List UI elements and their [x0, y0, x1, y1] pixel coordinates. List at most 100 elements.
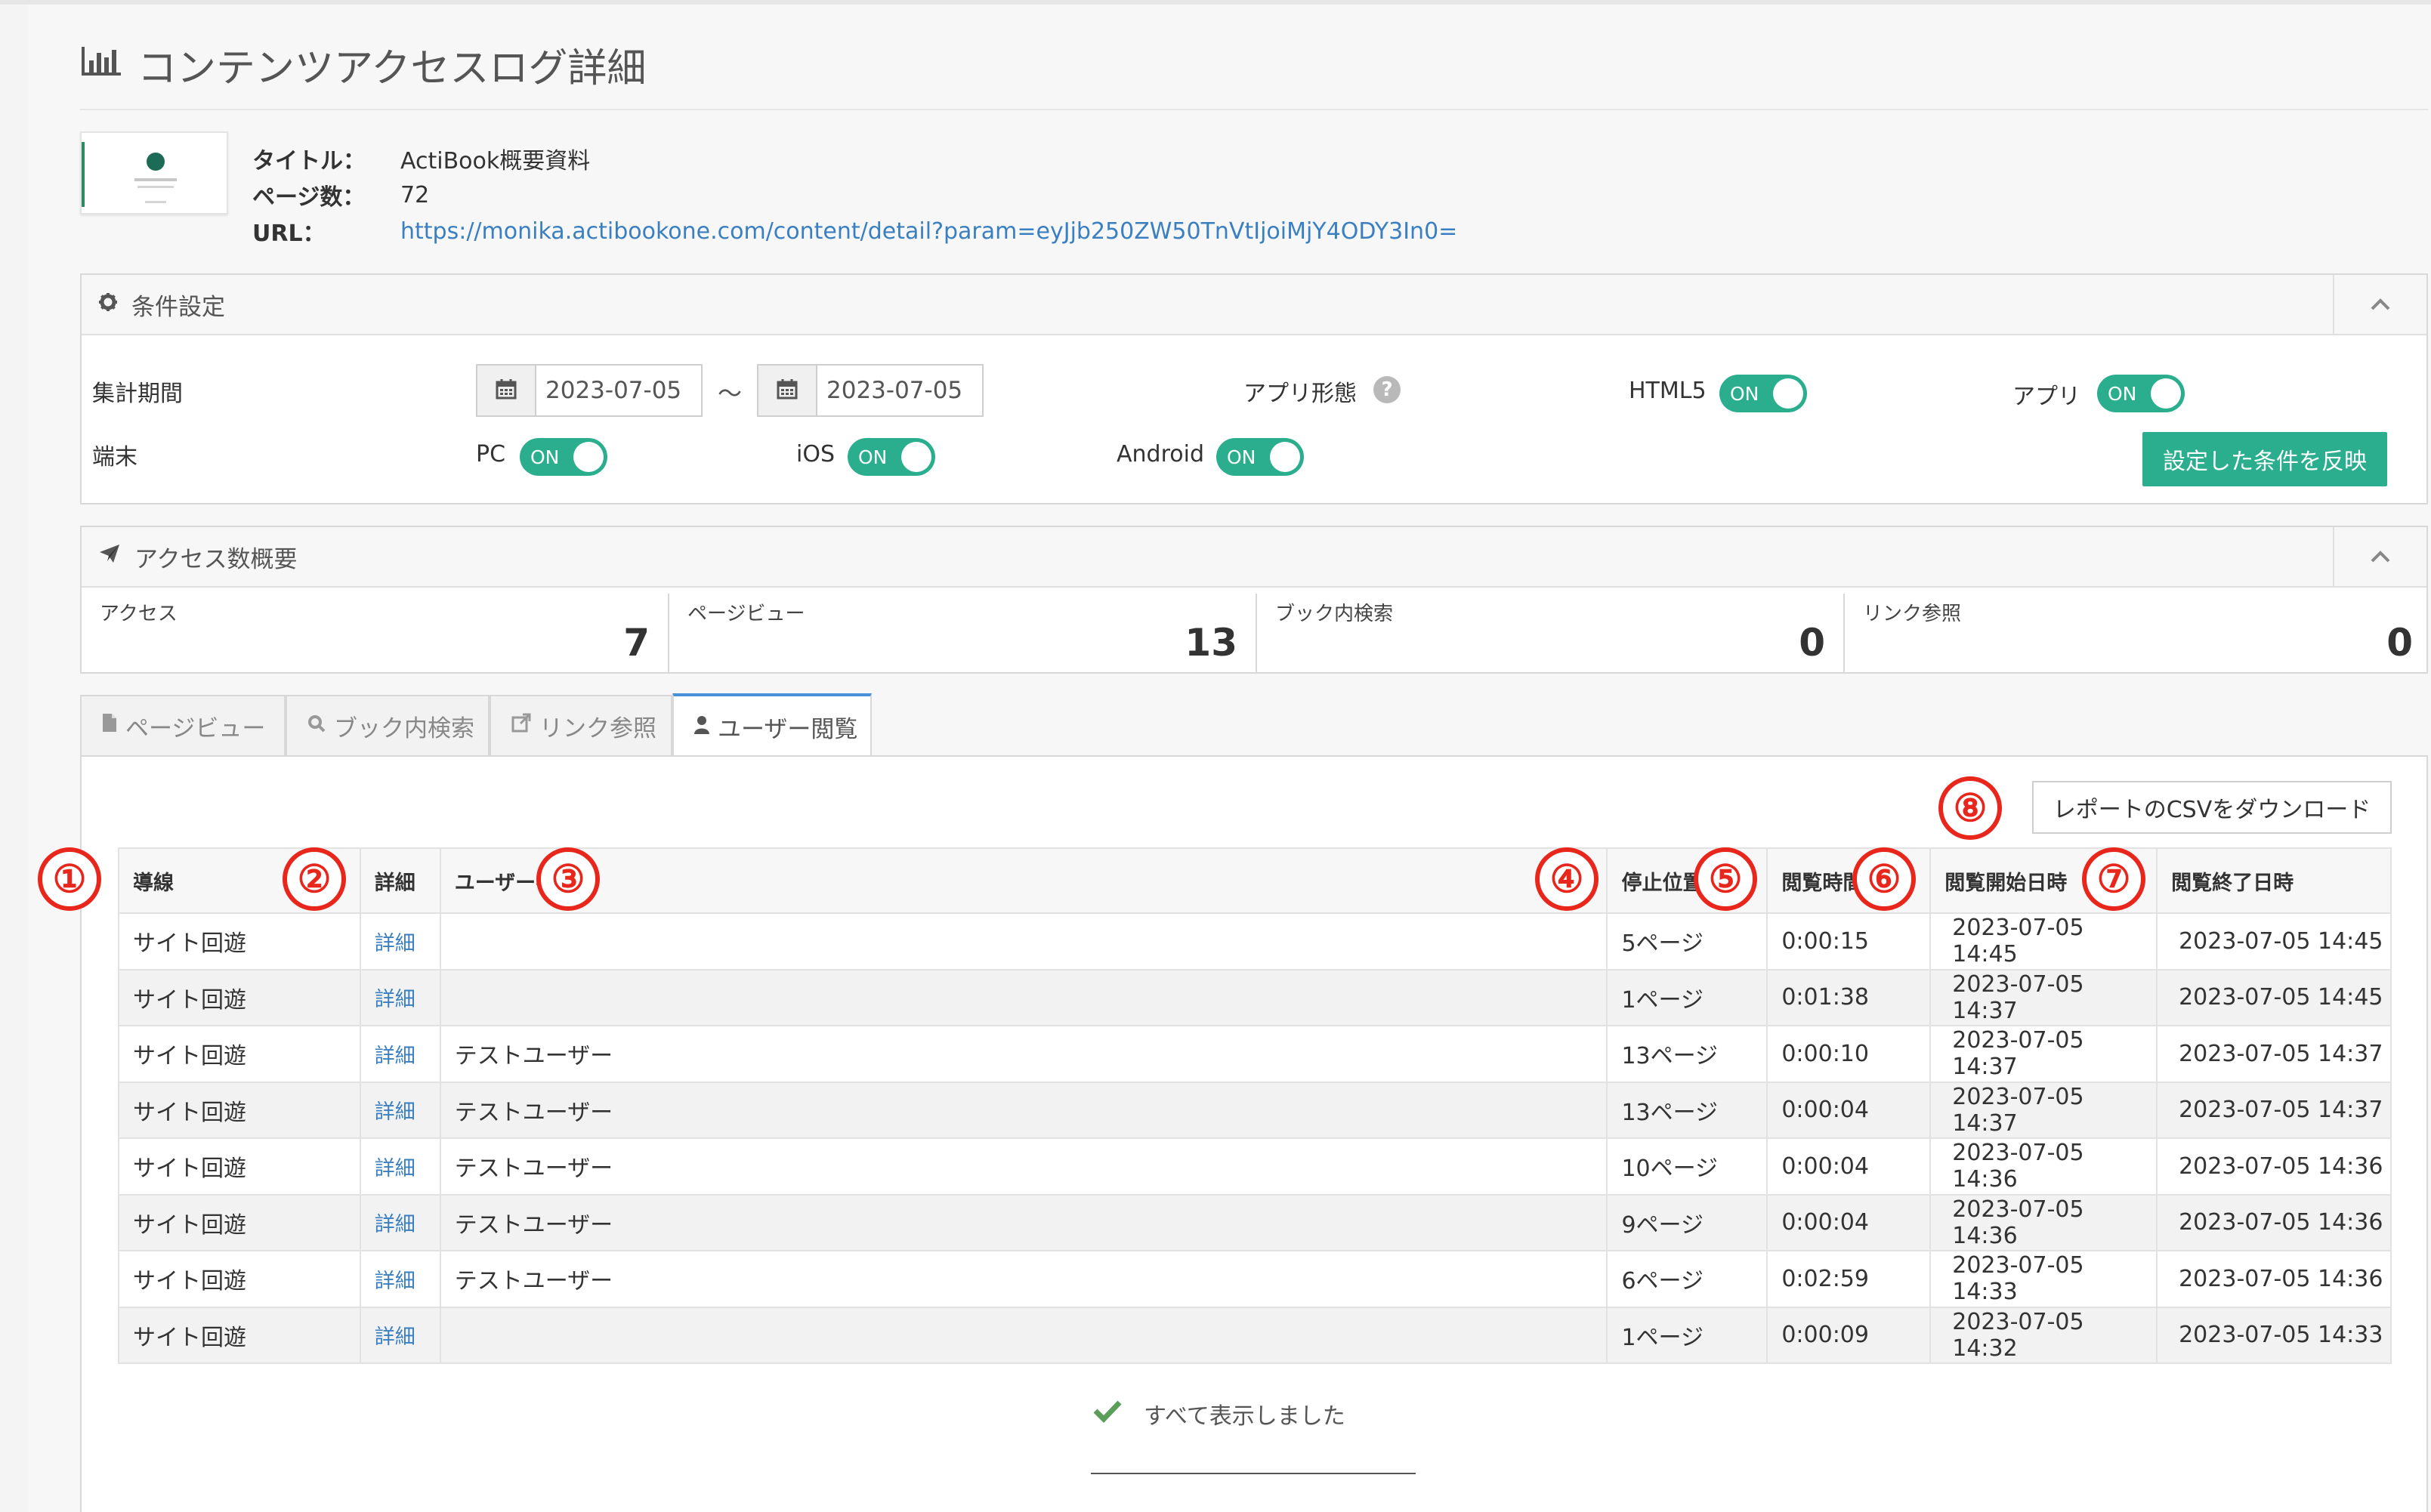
- detail-link[interactable]: 詳細: [359, 1193, 441, 1251]
- cell-view-time: 0:00:15: [1766, 912, 1932, 970]
- cell-username: テストユーザー: [439, 1025, 1608, 1083]
- tab-book-search[interactable]: ブック内検索: [286, 695, 490, 755]
- cell-stop-position: 5ページ: [1606, 912, 1768, 970]
- gear-icon: [98, 291, 118, 318]
- cell-end-datetime: 2023-07-05 14:45: [2156, 968, 2392, 1026]
- file-icon: [101, 712, 118, 739]
- cell-stop-position: 6ページ: [1606, 1250, 1768, 1308]
- cell-stop-position: 1ページ: [1606, 1306, 1768, 1364]
- date-range-separator: ～: [718, 379, 743, 408]
- meta-title-label: タイトル：: [252, 148, 366, 174]
- cell-route: サイト回遊: [118, 1025, 361, 1083]
- detail-link[interactable]: 詳細: [359, 1081, 441, 1139]
- stat-value: 0: [1799, 621, 1825, 665]
- detail-link[interactable]: 詳細: [359, 968, 441, 1026]
- annotation-marker-1: ①: [38, 847, 101, 911]
- cell-username: テストユーザー: [439, 1081, 1608, 1139]
- cell-end-datetime: 2023-07-05 14:45: [2156, 912, 2392, 970]
- cell-username: [439, 968, 1608, 1026]
- ios-toggle[interactable]: ON: [848, 438, 935, 476]
- annotation-marker-2: ②: [283, 847, 346, 911]
- toggle-state: ON: [1730, 382, 1759, 405]
- conditions-header-text: 条件設定: [131, 293, 225, 321]
- pc-label: PC: [476, 441, 506, 467]
- cell-username: [439, 912, 1608, 970]
- cell-route: サイト回遊: [118, 912, 361, 970]
- table-row: サイト回遊 詳細 1ページ 0:00:09 2023-07-05 14:32 2023-0…: [118, 1306, 2392, 1364]
- cell-route: サイト回遊: [118, 1306, 361, 1364]
- cell-start-datetime: 2023-07-05 14:36: [1929, 1193, 2158, 1251]
- meta-url-row: URL： https://monika.actibookone.com/cont…: [252, 214, 1457, 248]
- tab-pageview[interactable]: ページビュー: [80, 695, 286, 755]
- cell-username: テストユーザー: [439, 1137, 1608, 1196]
- content-thumbnail: [80, 131, 228, 214]
- check-icon: [1092, 1399, 1123, 1429]
- tab-label: ブック内検索: [334, 714, 474, 742]
- stat-label: アクセス: [100, 603, 178, 625]
- cell-view-time: 0:00:10: [1766, 1025, 1932, 1083]
- annotation-marker-6: ⑥: [1852, 847, 1916, 911]
- android-toggle[interactable]: ON: [1216, 438, 1304, 476]
- collapse-summary-button[interactable]: [2333, 527, 2426, 586]
- cell-stop-position: 13ページ: [1606, 1081, 1768, 1139]
- android-label: Android: [1117, 441, 1204, 467]
- stat-value: 13: [1185, 621, 1237, 665]
- detail-link[interactable]: 詳細: [359, 1025, 441, 1083]
- stat-label: ブック内検索: [1275, 603, 1394, 625]
- date-from-value: 2023-07-05: [545, 377, 682, 404]
- annotation-marker-8: ⑧: [1938, 776, 2002, 840]
- annotation-marker-5: ⑤: [1694, 847, 1757, 911]
- stat-pageview: ページビュー 13: [669, 591, 1256, 672]
- access-log-table: 導線 詳細 ユーザー名 停止位置 閲覧時間 閲覧開始日時 閲覧終了日時 サイト回…: [118, 847, 2392, 1364]
- table-row: サイト回遊 詳細 テストユーザー 13ページ 0:00:10 2023-07-05 14:…: [118, 1025, 2392, 1083]
- detail-link[interactable]: 詳細: [359, 1250, 441, 1308]
- period-label: 集計期間: [92, 381, 183, 407]
- table-row: サイト回遊 詳細 テストユーザー 10ページ 0:00:04 2023-07-05 14:…: [118, 1137, 2392, 1196]
- cell-end-datetime: 2023-07-05 14:33: [2156, 1306, 2392, 1364]
- cell-route: サイト回遊: [118, 968, 361, 1026]
- meta-title-value: ActiBook概要資料: [400, 148, 591, 174]
- cell-route: サイト回遊: [118, 1193, 361, 1251]
- paper-plane-icon: [98, 543, 121, 570]
- content-url-link[interactable]: https://monika.actibookone.com/content/d…: [400, 218, 1457, 245]
- detail-link[interactable]: 詳細: [359, 1306, 441, 1364]
- summary-panel-header: アクセス数概要: [82, 527, 2426, 588]
- download-csv-button[interactable]: レポートのCSVをダウンロード: [2032, 781, 2392, 834]
- annotation-marker-4: ④: [1535, 847, 1599, 911]
- date-to-field[interactable]: 2023-07-05: [757, 364, 984, 417]
- table-row: サイト回遊 詳細 1ページ 0:01:38 2023-07-05 14:37 2023-0…: [118, 968, 2392, 1026]
- tab-user-view[interactable]: ユーザー閲覧: [672, 693, 872, 757]
- annotation-marker-3: ③: [536, 847, 600, 911]
- tab-link-ref[interactable]: リンク参照: [490, 695, 672, 755]
- column-header-detail[interactable]: 詳細: [359, 847, 441, 914]
- page-title-text: コンテンツアクセスログ詳細: [137, 45, 647, 91]
- collapse-conditions-button[interactable]: [2333, 275, 2426, 334]
- cell-view-time: 0:00:09: [1766, 1306, 1932, 1364]
- stat-label: ページビュー: [687, 603, 805, 625]
- detail-link[interactable]: 詳細: [359, 1137, 441, 1196]
- toggle-state: ON: [2108, 382, 2137, 405]
- chevron-up-icon: [2371, 551, 2390, 563]
- cell-end-datetime: 2023-07-05 14:37: [2156, 1081, 2392, 1139]
- tab-label: ページビュー: [125, 714, 266, 742]
- meta-title-row: タイトル： ActiBook概要資料: [252, 142, 590, 175]
- detail-link[interactable]: 詳細: [359, 912, 441, 970]
- stat-book-search: ブック内検索 0: [1257, 591, 1843, 672]
- help-icon[interactable]: ?: [1373, 376, 1401, 403]
- pc-toggle[interactable]: ON: [520, 438, 607, 476]
- cell-start-datetime: 2023-07-05 14:45: [1929, 912, 2158, 970]
- page-title: コンテンツアクセスログ詳細: [80, 38, 646, 91]
- column-header-username[interactable]: ユーザー名: [439, 847, 1608, 914]
- stat-value: 7: [623, 621, 650, 665]
- column-header-end-datetime[interactable]: 閲覧終了日時: [2156, 847, 2392, 914]
- cell-stop-position: 13ページ: [1606, 1025, 1768, 1083]
- toggle-state: ON: [1227, 446, 1256, 468]
- html5-toggle[interactable]: ON: [1719, 375, 1807, 412]
- cell-start-datetime: 2023-07-05 14:37: [1929, 1081, 2158, 1139]
- cell-end-datetime: 2023-07-05 14:37: [2156, 1025, 2392, 1083]
- stat-value: 0: [2386, 621, 2413, 665]
- divider: [1091, 1473, 1416, 1474]
- app-toggle[interactable]: ON: [2097, 375, 2185, 412]
- date-from-field[interactable]: 2023-07-05: [476, 364, 703, 417]
- apply-conditions-button[interactable]: 設定した条件を反映: [2142, 432, 2387, 486]
